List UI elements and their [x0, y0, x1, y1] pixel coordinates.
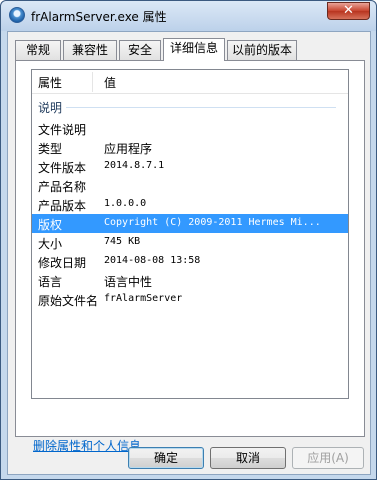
- tab-general[interactable]: 常规: [15, 40, 61, 60]
- property-name: 产品版本: [38, 199, 87, 213]
- property-value: frAlarmServer: [104, 293, 183, 304]
- group-description: 说明: [38, 98, 344, 116]
- tab-previous-versions[interactable]: 以前的版本: [227, 40, 297, 60]
- property-value: 2014.8.7.1: [104, 160, 165, 171]
- column-header-property[interactable]: 属性: [38, 74, 62, 91]
- list-item[interactable]: 原始文件名 frAlarmServer: [32, 290, 348, 309]
- property-value: Copyright (C) 2009-2011 Hermes Mi...: [104, 217, 321, 228]
- list-item[interactable]: 文件版本 2014.8.7.1: [32, 157, 348, 176]
- tab-details[interactable]: 详细信息: [163, 38, 225, 61]
- tab-compatibility[interactable]: 兼容性: [63, 40, 117, 60]
- dialog-body: 常规 兼容性 安全 详细信息 以前的版本 属性 值 说明 文件说明 类型 应用程…: [7, 31, 371, 475]
- property-name: 大小: [38, 237, 63, 251]
- property-value: 2014-08-08 13:58: [104, 255, 201, 266]
- property-name: 类型: [38, 142, 63, 156]
- title-bar[interactable]: frAlarmServer.exe 属性 ✕: [1, 1, 376, 31]
- property-name: 修改日期: [38, 256, 87, 270]
- property-value: 应用程序: [104, 142, 153, 156]
- property-value: 745 KB: [104, 236, 141, 247]
- property-name: 文件版本: [38, 161, 87, 175]
- apply-button[interactable]: 应用(A): [292, 447, 364, 469]
- group-label: 说明: [38, 101, 63, 115]
- cancel-button[interactable]: 取消: [210, 447, 286, 469]
- list-item[interactable]: 修改日期 2014-08-08 13:58: [32, 252, 348, 271]
- property-value: 语言中性: [104, 275, 153, 289]
- properties-list[interactable]: 属性 值 说明 文件说明 类型 应用程序 文件版本 2014.8.7.1 产品名…: [31, 69, 349, 399]
- property-value: 1.0.0.0: [104, 198, 147, 209]
- window-title: frAlarmServer.exe 属性: [31, 10, 167, 24]
- column-header-value[interactable]: 值: [104, 74, 116, 91]
- tab-security[interactable]: 安全: [119, 40, 161, 60]
- property-name: 版权: [38, 218, 63, 232]
- details-panel: 属性 值 说明 文件说明 类型 应用程序 文件版本 2014.8.7.1 产品名…: [15, 60, 365, 453]
- close-icon: ✕: [343, 3, 354, 18]
- property-name: 原始文件名: [38, 294, 99, 308]
- column-divider[interactable]: [92, 72, 93, 92]
- property-name: 文件说明: [38, 123, 87, 137]
- property-name: 产品名称: [38, 180, 87, 194]
- list-item[interactable]: 产品版本 1.0.0.0: [32, 195, 348, 214]
- list-item[interactable]: 大小 745 KB: [32, 233, 348, 252]
- close-button[interactable]: ✕: [327, 2, 370, 20]
- list-item[interactable]: 语言 语言中性: [32, 271, 348, 290]
- list-item-selected[interactable]: 版权 Copyright (C) 2009-2011 Hermes Mi...: [32, 214, 348, 233]
- app-icon: [9, 7, 25, 23]
- property-name: 语言: [38, 275, 63, 289]
- ok-button[interactable]: 确定: [128, 447, 204, 469]
- group-divider: [66, 107, 336, 108]
- list-item[interactable]: 文件说明: [32, 119, 348, 138]
- list-item[interactable]: 类型 应用程序: [32, 138, 348, 157]
- list-item[interactable]: 产品名称: [32, 176, 348, 195]
- list-header: 属性 值: [32, 70, 348, 94]
- remove-properties-link[interactable]: 删除属性和个人信息: [33, 437, 141, 454]
- properties-window: frAlarmServer.exe 属性 ✕ 常规 兼容性 安全 详细信息 以前…: [0, 0, 377, 480]
